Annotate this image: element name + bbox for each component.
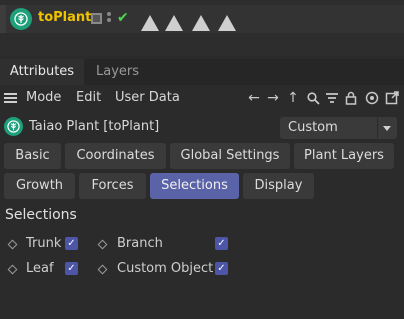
category-forces[interactable]: Forces <box>79 173 146 199</box>
triangle-icon[interactable] <box>165 15 183 31</box>
up-arrow-icon[interactable]: ↑ <box>285 89 301 107</box>
menu-user-data[interactable]: User Data <box>115 90 180 105</box>
param-label-branch: Branch <box>117 236 163 251</box>
attributes-menu-bar: Mode Edit User Data ← → ↑ <box>0 85 404 111</box>
tab-layers[interactable]: Layers <box>96 59 139 85</box>
keyframe-diamond-icon[interactable] <box>97 239 108 250</box>
object-manager: toPlant ✔ <box>0 0 404 56</box>
mode-dropdown[interactable]: Custom <box>280 117 397 139</box>
object-header: Taiao Plant [toPlant] Custom <box>0 114 404 140</box>
menu-mode[interactable]: Mode <box>26 90 61 105</box>
triangle-icon[interactable] <box>218 15 236 31</box>
forward-arrow-icon[interactable]: → <box>265 89 281 107</box>
tab-attributes[interactable]: Attributes <box>0 59 84 85</box>
open-window-icon[interactable] <box>384 89 400 107</box>
mode-dropdown-value: Custom <box>288 120 338 135</box>
category-selections[interactable]: Selections <box>150 173 239 199</box>
back-arrow-icon[interactable]: ← <box>246 89 262 107</box>
row-hierarchy-bar <box>0 5 6 33</box>
target-icon[interactable] <box>364 89 380 107</box>
checkbox-leaf[interactable]: ✓ <box>65 262 78 275</box>
enabled-check-icon[interactable]: ✔ <box>117 10 129 26</box>
plant-icon <box>4 117 23 136</box>
keyframe-diamond-icon[interactable] <box>97 264 108 275</box>
triangle-icon[interactable] <box>192 15 210 31</box>
object-name[interactable]: toPlant <box>38 10 91 25</box>
category-coordinates[interactable]: Coordinates <box>65 143 166 169</box>
category-basic[interactable]: Basic <box>4 143 61 169</box>
checkbox-branch[interactable]: ✓ <box>215 237 228 250</box>
checkbox-trunk[interactable]: ✓ <box>65 237 78 250</box>
param-label-trunk: Trunk <box>26 236 62 251</box>
checkbox-custom-object[interactable]: ✓ <box>215 262 228 275</box>
category-display[interactable]: Display <box>243 173 314 199</box>
search-icon[interactable] <box>305 89 321 107</box>
param-label-custom-object: Custom Object <box>117 261 214 276</box>
section-title: Selections <box>5 207 77 223</box>
filter-icon[interactable] <box>324 89 340 107</box>
triangle-icon[interactable] <box>141 15 159 31</box>
panel-empty-area <box>0 290 404 319</box>
menu-edit[interactable]: Edit <box>76 90 101 105</box>
layer-color-icon[interactable] <box>91 13 102 24</box>
object-row[interactable]: toPlant ✔ <box>0 5 404 33</box>
param-label-leaf: Leaf <box>26 261 54 276</box>
category-global-settings[interactable]: Global Settings <box>170 143 290 169</box>
category-plant-layers[interactable]: Plant Layers <box>294 143 394 169</box>
lock-icon[interactable] <box>343 89 359 107</box>
visibility-dots-icon[interactable] <box>106 11 112 27</box>
category-growth[interactable]: Growth <box>4 173 75 199</box>
keyframe-diamond-icon[interactable] <box>7 239 18 250</box>
plant-icon <box>10 8 32 30</box>
keyframe-diamond-icon[interactable] <box>7 264 18 275</box>
object-title: Taiao Plant [toPlant] <box>29 119 160 134</box>
hamburger-menu-icon[interactable] <box>4 93 17 103</box>
panel-tab-bar: Attributes Layers <box>0 59 404 85</box>
chevron-down-icon[interactable] <box>377 117 397 139</box>
